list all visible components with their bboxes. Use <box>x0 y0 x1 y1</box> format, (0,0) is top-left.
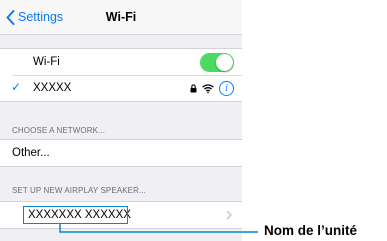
callout-label: Nom de l’unité <box>264 223 358 238</box>
callout-line <box>59 224 258 233</box>
